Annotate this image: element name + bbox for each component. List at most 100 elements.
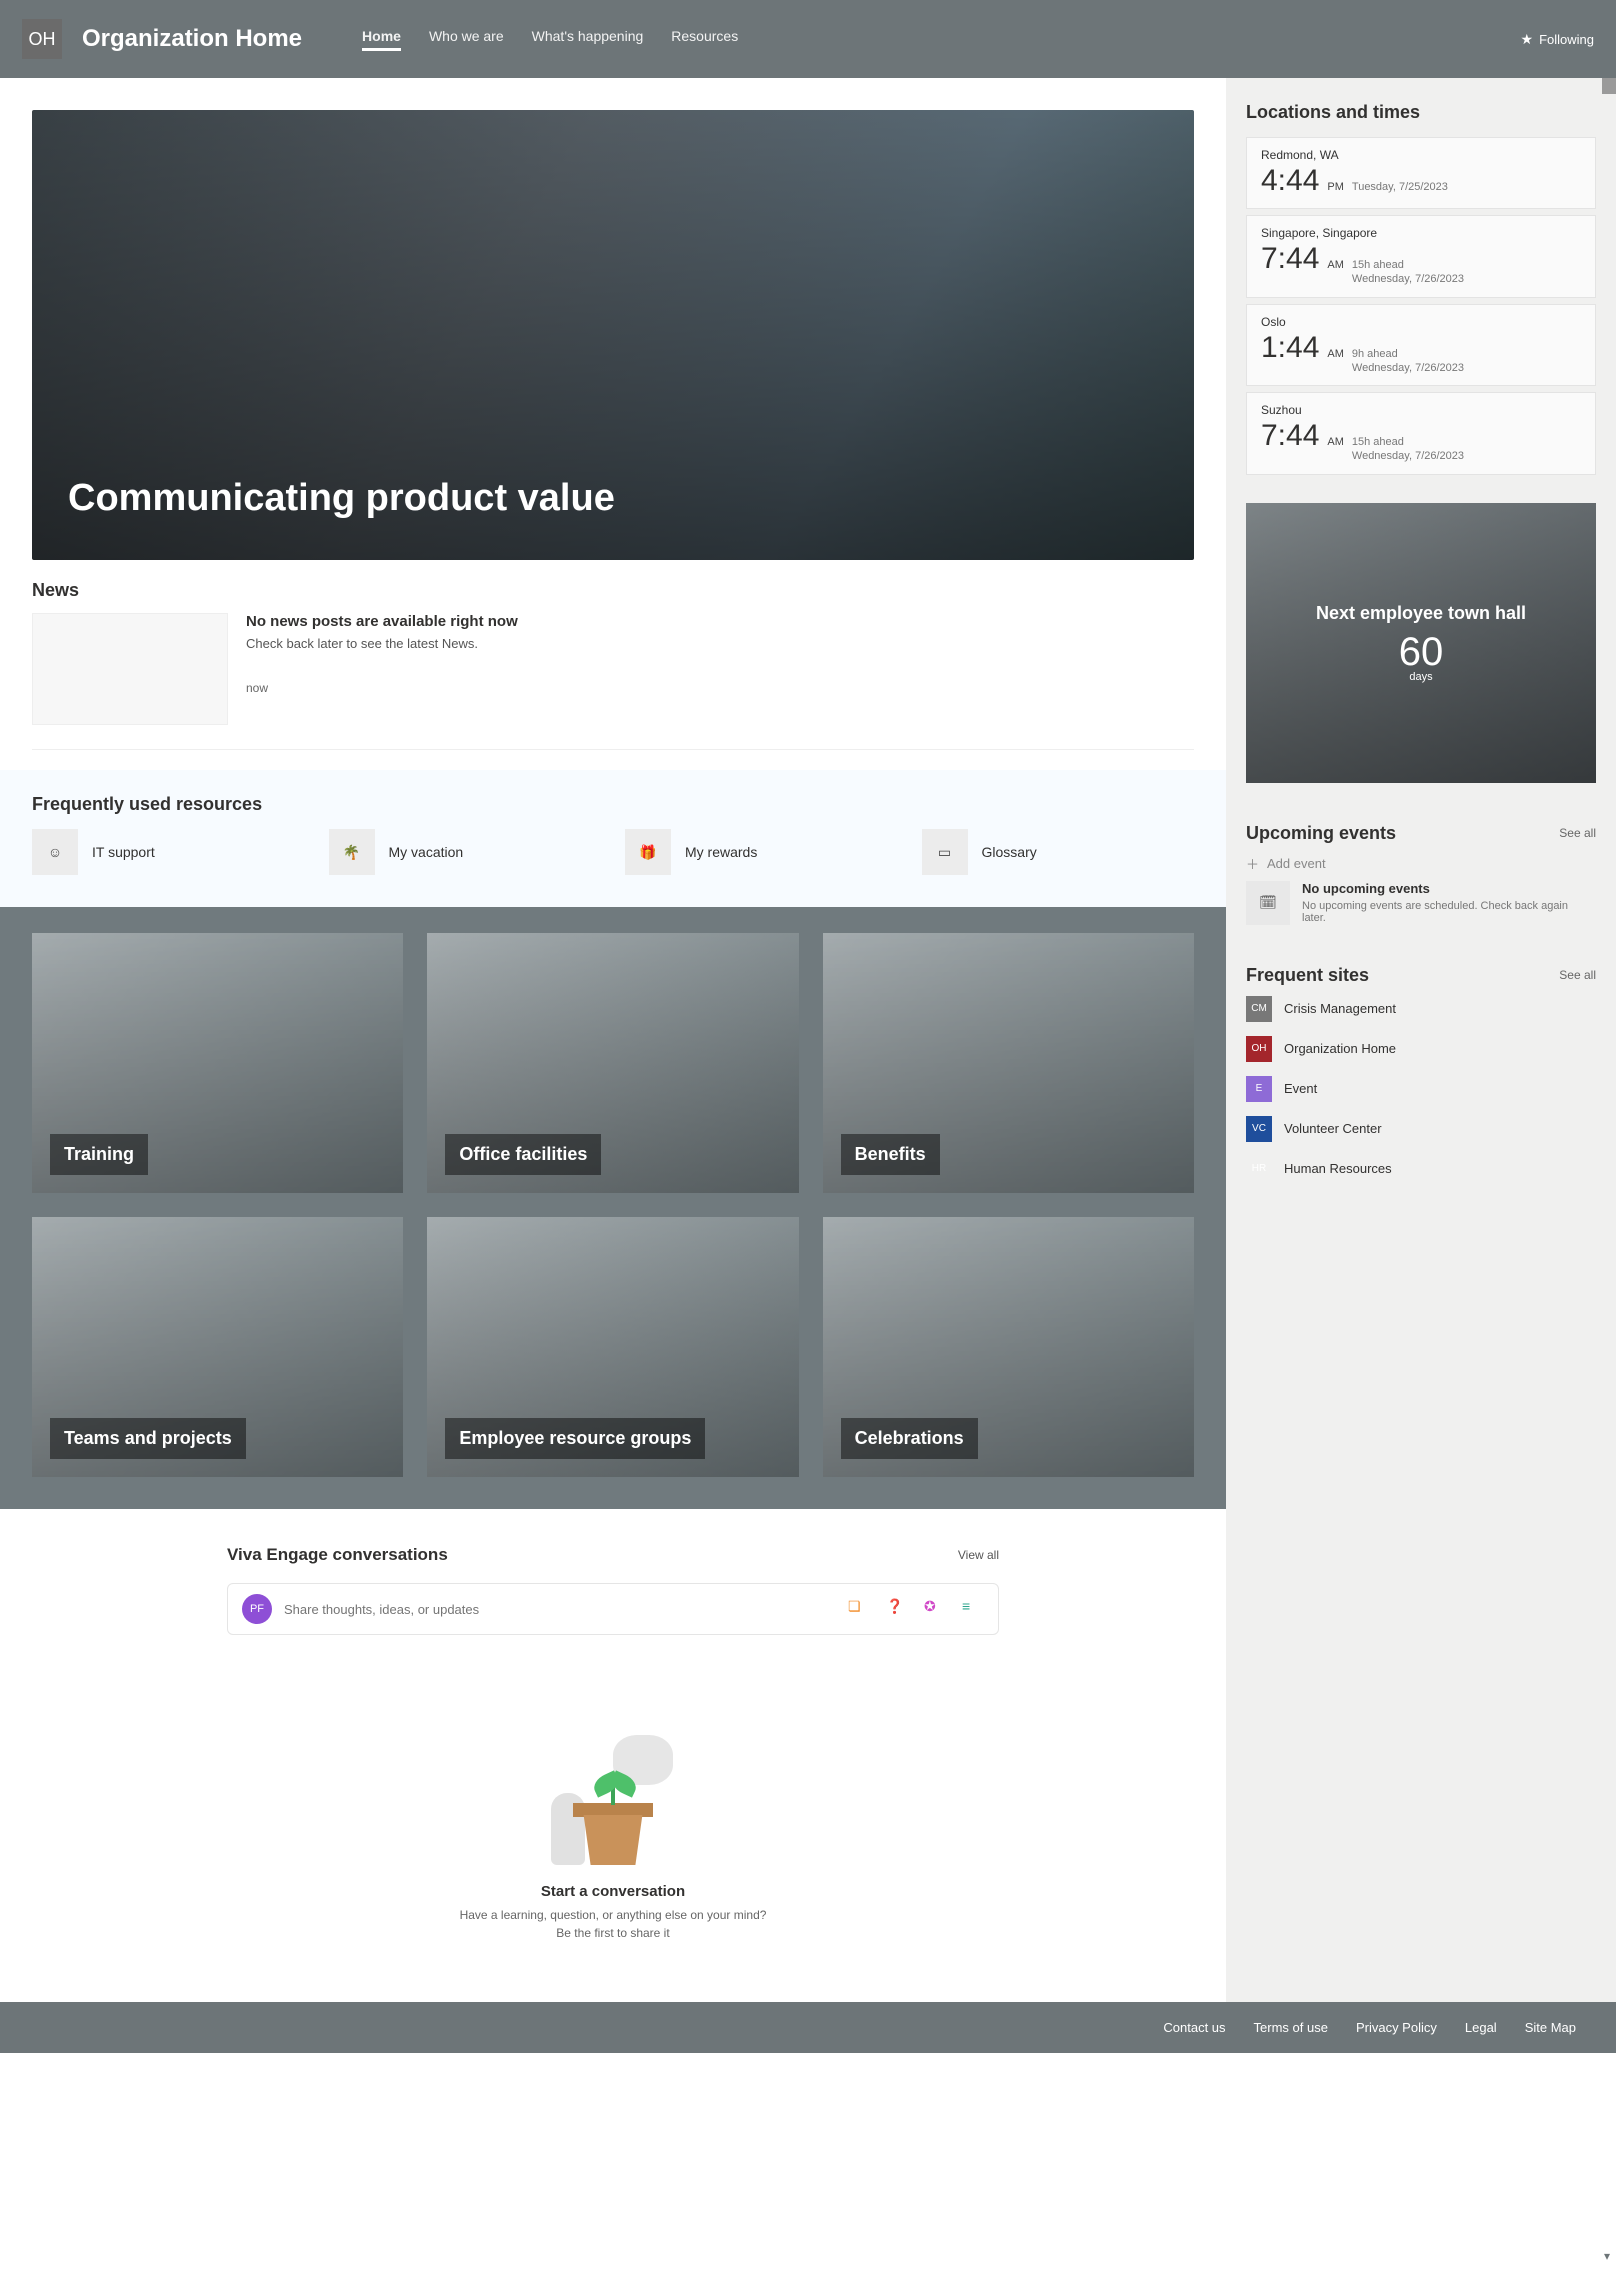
news-section: News No news posts are available right n… — [0, 560, 1226, 770]
compose-type-icons: ❏ ❓ ✪ ≡ — [848, 1598, 984, 1620]
viva-view-all[interactable]: View all — [958, 1548, 999, 1562]
footer: Contact us Terms of use Privacy Policy L… — [0, 2002, 1616, 2053]
resource-label: My vacation — [389, 844, 464, 860]
resource-my-rewards[interactable]: 🎁 My rewards — [625, 829, 898, 875]
add-event-label: Add event — [1267, 856, 1326, 871]
tile-training[interactable]: Training — [32, 933, 403, 1193]
resource-label: Glossary — [982, 844, 1037, 860]
following-button[interactable]: ★ Following — [1521, 31, 1594, 48]
nav-home[interactable]: Home — [362, 28, 401, 51]
locations-heading: Locations and times — [1246, 102, 1596, 123]
footer-contact[interactable]: Contact us — [1163, 2020, 1225, 2035]
location-time: 4:44 — [1261, 164, 1319, 198]
frequent-resources-heading: Frequently used resources — [32, 794, 1194, 815]
nav-resources[interactable]: Resources — [671, 28, 738, 51]
townhall-unit: days — [1409, 671, 1432, 683]
location-date: Wednesday, 7/26/2023 — [1352, 273, 1464, 285]
site-badge: VC — [1246, 1116, 1272, 1142]
location-city: Singapore, Singapore — [1261, 226, 1581, 240]
tile-teams-projects[interactable]: Teams and projects — [32, 1217, 403, 1477]
viva-compose-input[interactable] — [284, 1602, 836, 1617]
site-crisis-management[interactable]: CM Crisis Management — [1246, 996, 1596, 1022]
viva-engage-section: Viva Engage conversations View all PF ❏ … — [203, 1545, 1023, 1942]
top-bar: OH Organization Home Home Who we are Wha… — [0, 0, 1616, 78]
footer-terms[interactable]: Terms of use — [1254, 2020, 1328, 2035]
tile-label: Training — [50, 1134, 148, 1175]
poll-icon[interactable]: ≡ — [962, 1598, 984, 1620]
location-time: 7:44 — [1261, 242, 1319, 276]
discussion-icon[interactable]: ❏ — [848, 1598, 870, 1620]
tile-employee-resource-groups[interactable]: Employee resource groups — [427, 1217, 798, 1477]
footer-sitemap[interactable]: Site Map — [1525, 2020, 1576, 2035]
tile-benefits[interactable]: Benefits — [823, 933, 1194, 1193]
site-label: Crisis Management — [1284, 1001, 1396, 1016]
footer-privacy[interactable]: Privacy Policy — [1356, 2020, 1437, 2035]
category-tiles-section: Training Office facilities Benefits Team… — [0, 907, 1226, 1509]
upcoming-empty-title: No upcoming events — [1302, 881, 1572, 896]
site-volunteer-center[interactable]: VC Volunteer Center — [1246, 1116, 1596, 1142]
site-title: Organization Home — [82, 25, 302, 53]
location-card-redmond[interactable]: Redmond, WA 4:44 PM Tuesday, 7/25/2023 — [1246, 137, 1596, 209]
main-column: Communicating product value News No news… — [0, 78, 1226, 2002]
right-rail: Locations and times Redmond, WA 4:44 PM … — [1226, 78, 1616, 2002]
viva-compose-box[interactable]: PF ❏ ❓ ✪ ≡ — [227, 1583, 999, 1635]
townhall-count: 60 — [1399, 630, 1444, 675]
praise-icon[interactable]: ✪ — [924, 1598, 946, 1620]
nav-who-we-are[interactable]: Who we are — [429, 28, 504, 51]
viva-empty-title: Start a conversation — [227, 1883, 999, 1900]
resource-label: My rewards — [685, 844, 757, 860]
townhall-countdown[interactable]: Next employee town hall 60 days — [1246, 503, 1596, 783]
nav-whats-happening[interactable]: What's happening — [532, 28, 644, 51]
footer-legal[interactable]: Legal — [1465, 2020, 1497, 2035]
gift-icon: 🎁 — [625, 829, 671, 875]
resource-glossary[interactable]: ▭ Glossary — [922, 829, 1195, 875]
viva-empty-sub1: Have a learning, question, or anything e… — [460, 1908, 767, 1922]
location-ahead: 15h ahead — [1352, 259, 1404, 271]
site-label: Event — [1284, 1081, 1317, 1096]
viva-empty-sub2: Be the first to share it — [556, 1926, 669, 1940]
location-time: 1:44 — [1261, 331, 1319, 365]
tile-office-facilities[interactable]: Office facilities — [427, 933, 798, 1193]
hero-title: Communicating product value — [68, 477, 615, 520]
location-card-oslo[interactable]: Oslo 1:44 AM 9h ahead Wednesday, 7/26/20… — [1246, 304, 1596, 387]
frequent-sites-see-all[interactable]: See all — [1559, 968, 1596, 982]
user-avatar: PF — [242, 1594, 272, 1624]
book-icon: ▭ — [922, 829, 968, 875]
hero-banner[interactable]: Communicating product value — [32, 110, 1194, 560]
site-organization-home[interactable]: OH Organization Home — [1246, 1036, 1596, 1062]
location-ampm: AM — [1327, 348, 1344, 360]
frequent-sites-heading: Frequent sites — [1246, 965, 1369, 986]
location-time: 7:44 — [1261, 419, 1319, 453]
site-human-resources[interactable]: HR Human Resources — [1246, 1156, 1596, 1182]
upcoming-events-section: Upcoming events See all ＋ Add event 🗓 No… — [1246, 823, 1596, 925]
tile-label: Benefits — [841, 1134, 940, 1175]
star-icon: ★ — [1521, 31, 1534, 48]
person-icon: ☺ — [32, 829, 78, 875]
frequent-sites-section: Frequent sites See all CM Crisis Managem… — [1246, 965, 1596, 1182]
tile-label: Employee resource groups — [445, 1418, 705, 1459]
tile-label: Office facilities — [445, 1134, 601, 1175]
news-empty-sub: Check back later to see the latest News. — [246, 636, 518, 651]
location-card-suzhou[interactable]: Suzhou 7:44 AM 15h ahead Wednesday, 7/26… — [1246, 392, 1596, 475]
frequent-resources-section: Frequently used resources ☺ IT support 🌴… — [0, 770, 1226, 907]
location-card-singapore[interactable]: Singapore, Singapore 7:44 AM 15h ahead W… — [1246, 215, 1596, 298]
resource-it-support[interactable]: ☺ IT support — [32, 829, 305, 875]
plus-icon: ＋ — [1246, 854, 1259, 873]
site-label: Human Resources — [1284, 1161, 1392, 1176]
news-thumbnail-placeholder — [32, 613, 228, 725]
resource-my-vacation[interactable]: 🌴 My vacation — [329, 829, 602, 875]
upcoming-see-all[interactable]: See all — [1559, 826, 1596, 840]
site-event[interactable]: E Event — [1246, 1076, 1596, 1102]
site-badge: E — [1246, 1076, 1272, 1102]
site-badge: OH — [1246, 1036, 1272, 1062]
upcoming-empty-sub: No upcoming events are scheduled. Check … — [1302, 900, 1572, 924]
tile-celebrations[interactable]: Celebrations — [823, 1217, 1194, 1477]
site-label: Organization Home — [1284, 1041, 1396, 1056]
site-badge: CM — [1246, 996, 1272, 1022]
add-event-button[interactable]: ＋ Add event — [1246, 854, 1596, 873]
news-timestamp: now — [246, 681, 518, 695]
calendar-icon: 🗓 — [1246, 881, 1290, 925]
scroll-down-icon[interactable]: ▾ — [1604, 2249, 1610, 2263]
location-city: Redmond, WA — [1261, 148, 1581, 162]
question-icon[interactable]: ❓ — [886, 1598, 908, 1620]
